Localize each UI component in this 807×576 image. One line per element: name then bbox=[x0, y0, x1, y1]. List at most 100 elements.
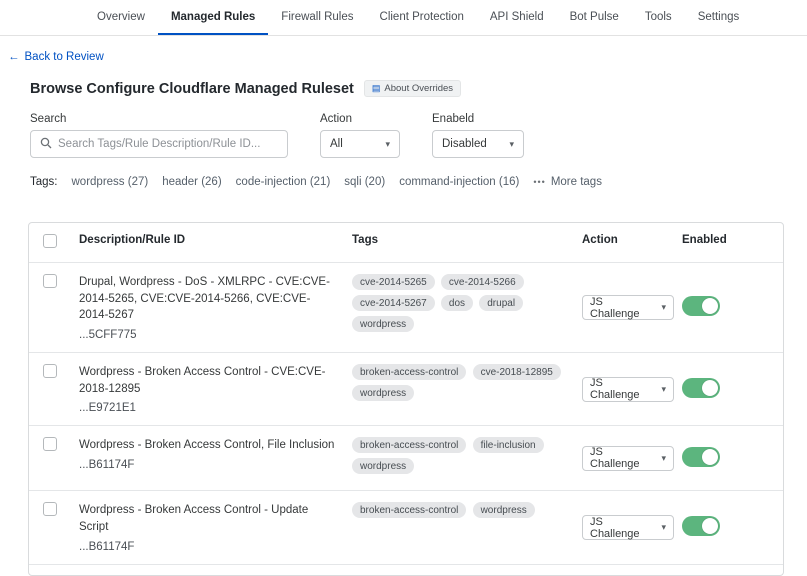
header-tags: Tags bbox=[346, 223, 576, 257]
tag-filter-sqli[interactable]: sqli (20) bbox=[344, 176, 385, 188]
action-filter-label: Action bbox=[320, 113, 400, 125]
row-checkbox[interactable] bbox=[43, 274, 57, 288]
header-action: Action bbox=[576, 223, 676, 257]
rule-description: Wordpress - Broken Access Control - CVE:… bbox=[79, 364, 336, 397]
table-header-row: Description/Rule ID Tags Action Enabled bbox=[29, 223, 783, 263]
rule-id: ...B61174F bbox=[79, 541, 336, 553]
rule-description: Wordpress - Broken Access Control - Upda… bbox=[79, 502, 336, 535]
search-filter: Search bbox=[30, 113, 288, 158]
tag-pill[interactable]: cve-2018-12895 bbox=[473, 364, 561, 380]
about-overrides-badge[interactable]: ▤ About Overrides bbox=[364, 80, 461, 97]
table-row: Drupal, Wordpress - DoS - XMLRPC - CVE:C… bbox=[29, 263, 783, 353]
enabled-toggle[interactable] bbox=[682, 296, 720, 316]
search-input-wrapper bbox=[30, 130, 288, 158]
tags-label: Tags: bbox=[30, 176, 58, 188]
toggle-knob bbox=[702, 380, 718, 396]
select-all-checkbox[interactable] bbox=[43, 234, 57, 248]
ellipsis-icon: ••• bbox=[533, 177, 545, 187]
filters-bar: Search Action All ▾ Enabeld Disabled ▾ bbox=[30, 113, 783, 158]
about-overrides-label: About Overrides bbox=[384, 83, 453, 94]
action-filter: Action All ▾ bbox=[320, 113, 400, 158]
tag-pill[interactable]: broken-access-control bbox=[352, 502, 466, 518]
search-icon bbox=[40, 137, 52, 152]
tag-filter-command-injection[interactable]: command-injection (16) bbox=[399, 176, 519, 188]
table-row: Wordpress - Broken Access Control, File … bbox=[29, 426, 783, 491]
rules-table: Description/Rule ID Tags Action Enabled … bbox=[28, 222, 784, 576]
enabled-toggle[interactable] bbox=[682, 516, 720, 536]
row-checkbox[interactable] bbox=[43, 437, 57, 451]
row-checkbox[interactable] bbox=[43, 502, 57, 516]
chevron-down-icon: ▾ bbox=[661, 522, 666, 533]
enabled-filter: Enabeld Disabled ▾ bbox=[432, 113, 524, 158]
back-to-review-link[interactable]: ← Back to Review bbox=[8, 51, 104, 63]
tab-client-protection[interactable]: Client Protection bbox=[367, 0, 477, 35]
back-arrow-icon: ← bbox=[8, 51, 20, 63]
chevron-down-icon: ▾ bbox=[661, 453, 666, 464]
header-enabled: Enabled bbox=[676, 223, 784, 257]
row-action-select[interactable]: JS Challenge ▾ bbox=[582, 295, 674, 320]
tag-pill[interactable]: cve-2014-5265 bbox=[352, 274, 435, 290]
nav-tabs: Overview Managed Rules Firewall Rules Cl… bbox=[84, 0, 685, 35]
table-footer-space bbox=[29, 565, 783, 575]
tab-settings[interactable]: Settings bbox=[685, 0, 753, 35]
toggle-knob bbox=[702, 518, 718, 534]
table-row: Wordpress - Broken Access Control - CVE:… bbox=[29, 353, 783, 426]
tag-filter-code-injection[interactable]: code-injection (21) bbox=[236, 176, 331, 188]
row-action-value: JS Challenge bbox=[590, 516, 653, 540]
tag-filter-wordpress[interactable]: wordpress (27) bbox=[72, 176, 149, 188]
enabled-filter-value: Disabled bbox=[442, 138, 487, 150]
row-checkbox[interactable] bbox=[43, 364, 57, 378]
action-filter-select[interactable]: All ▾ bbox=[320, 130, 400, 158]
tab-tools[interactable]: Tools bbox=[632, 0, 685, 35]
row-action-value: JS Challenge bbox=[590, 446, 653, 470]
rule-id: ...E9721E1 bbox=[79, 402, 336, 414]
tag-pill[interactable]: wordpress bbox=[352, 458, 414, 474]
enabled-toggle[interactable] bbox=[682, 378, 720, 398]
toggle-knob bbox=[702, 449, 718, 465]
tag-pill[interactable]: broken-access-control bbox=[352, 364, 466, 380]
tab-managed-rules[interactable]: Managed Rules bbox=[158, 0, 268, 35]
tab-overview[interactable]: Overview bbox=[84, 0, 158, 35]
table-row: Wordpress - Broken Access Control - Upda… bbox=[29, 491, 783, 564]
tag-pill[interactable]: dos bbox=[441, 295, 473, 311]
tab-bot-pulse[interactable]: Bot Pulse bbox=[557, 0, 632, 35]
more-tags-link[interactable]: ••• More tags bbox=[533, 176, 602, 188]
tag-pill[interactable]: wordpress bbox=[352, 316, 414, 332]
document-icon: ▤ bbox=[372, 84, 381, 93]
tag-pill[interactable]: wordpress bbox=[473, 502, 535, 518]
row-action-select[interactable]: JS Challenge ▾ bbox=[582, 515, 674, 540]
rule-id: ...5CFF775 bbox=[79, 329, 336, 341]
tag-pill[interactable]: cve-2014-5267 bbox=[352, 295, 435, 311]
top-navigation: Overview Managed Rules Firewall Rules Cl… bbox=[0, 0, 807, 36]
rule-id: ...B61174F bbox=[79, 459, 336, 471]
title-row: Browse Configure Cloudflare Managed Rule… bbox=[30, 80, 783, 97]
toggle-knob bbox=[702, 298, 718, 314]
tab-api-shield[interactable]: API Shield bbox=[477, 0, 557, 35]
tag-pill[interactable]: file-inclusion bbox=[473, 437, 544, 453]
chevron-down-icon: ▾ bbox=[661, 302, 666, 313]
row-action-select[interactable]: JS Challenge ▾ bbox=[582, 446, 674, 471]
chevron-down-icon: ▾ bbox=[661, 384, 666, 395]
tag-pill[interactable]: drupal bbox=[479, 295, 523, 311]
back-link-label: Back to Review bbox=[25, 51, 104, 63]
tab-firewall-rules[interactable]: Firewall Rules bbox=[268, 0, 366, 35]
more-tags-label: More tags bbox=[551, 176, 602, 188]
chevron-down-icon: ▾ bbox=[385, 139, 390, 150]
row-action-select[interactable]: JS Challenge ▾ bbox=[582, 377, 674, 402]
tags-filter-row: Tags: wordpress (27) header (26) code-in… bbox=[30, 176, 783, 188]
tag-filter-header[interactable]: header (26) bbox=[162, 176, 221, 188]
search-input[interactable] bbox=[58, 138, 278, 150]
enabled-filter-label: Enabeld bbox=[432, 113, 524, 125]
enabled-toggle[interactable] bbox=[682, 447, 720, 467]
rule-description: Drupal, Wordpress - DoS - XMLRPC - CVE:C… bbox=[79, 274, 336, 324]
tag-pill[interactable]: cve-2014-5266 bbox=[441, 274, 524, 290]
rule-description: Wordpress - Broken Access Control, File … bbox=[79, 437, 336, 454]
row-action-value: JS Challenge bbox=[590, 377, 653, 401]
page-title: Browse Configure Cloudflare Managed Rule… bbox=[30, 81, 354, 97]
chevron-down-icon: ▾ bbox=[509, 139, 514, 150]
enabled-filter-select[interactable]: Disabled ▾ bbox=[432, 130, 524, 158]
header-description: Description/Rule ID bbox=[73, 223, 346, 257]
tag-pill[interactable]: broken-access-control bbox=[352, 437, 466, 453]
search-label: Search bbox=[30, 113, 288, 125]
tag-pill[interactable]: wordpress bbox=[352, 385, 414, 401]
